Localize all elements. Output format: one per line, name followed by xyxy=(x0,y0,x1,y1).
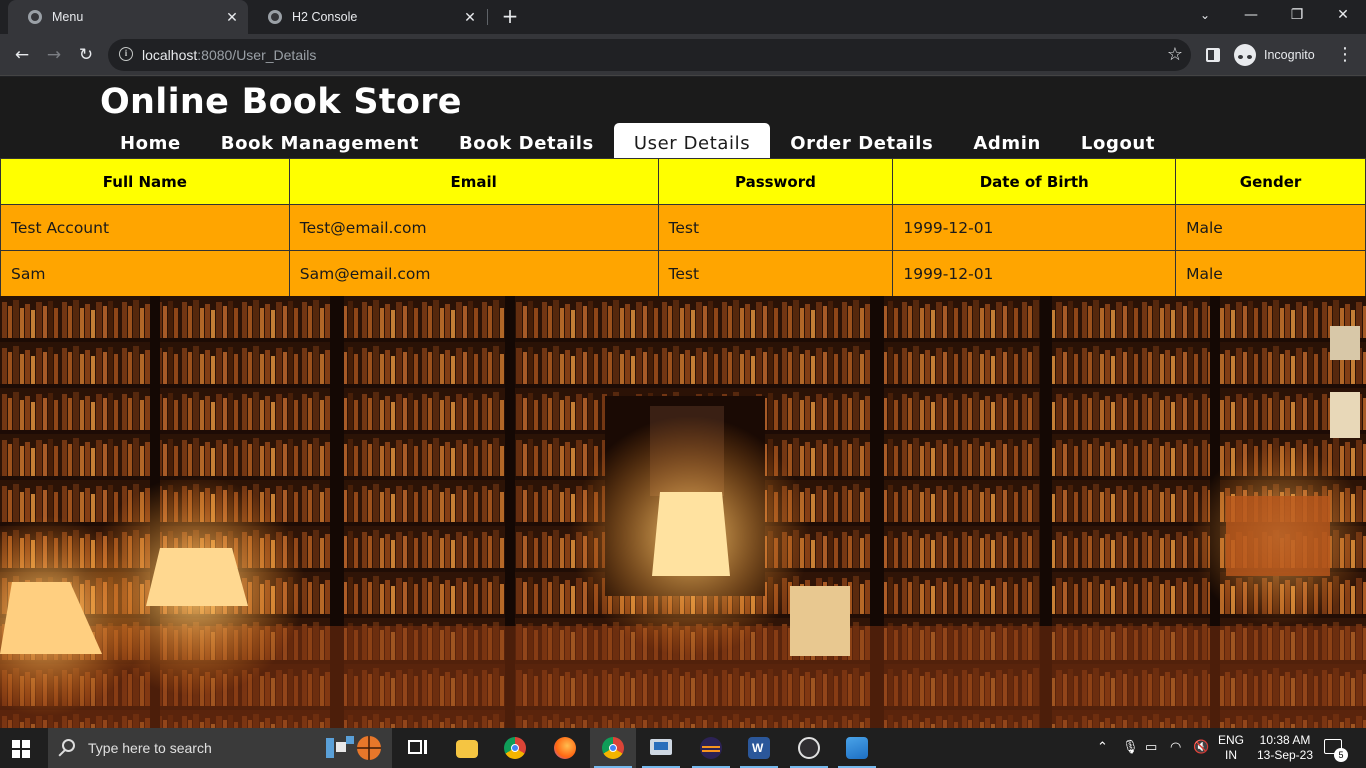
incognito-label: Incognito xyxy=(1264,48,1315,62)
globe-icon xyxy=(28,10,42,24)
clock-time: 10:38 AM xyxy=(1259,733,1311,747)
taskbar-search-box[interactable]: Type here to search xyxy=(48,728,392,768)
minimize-button[interactable]: — xyxy=(1228,0,1274,32)
cell-full-name: Test Account xyxy=(0,204,290,251)
cell-date-of-birth: 1999-12-01 xyxy=(892,204,1177,251)
menu-item-book-details[interactable]: Book Details xyxy=(439,123,614,163)
site-header: Online Book Store Home Book Management B… xyxy=(0,77,1366,163)
microphone-icon[interactable]: 🎙 xyxy=(1122,740,1139,755)
clock-date: 13-Sep-23 xyxy=(1256,748,1314,762)
region-code: IN xyxy=(1225,748,1237,762)
search-icon xyxy=(62,739,75,752)
chrome-incognito-icon[interactable] xyxy=(590,728,636,768)
task-view-icon[interactable] xyxy=(394,728,440,768)
cell-password: Test xyxy=(657,250,894,297)
cell-gender: Male xyxy=(1175,250,1366,297)
browser-toolbar: ← → ↻ i localhost:8080/User_Details ☆ In… xyxy=(0,34,1366,76)
tab-title: H2 Console xyxy=(292,10,358,24)
cell-password: Test xyxy=(657,204,894,251)
notification-count-badge: 5 xyxy=(1334,748,1348,762)
side-panel-icon[interactable] xyxy=(1206,48,1220,62)
search-highlight-icon xyxy=(324,734,384,762)
show-hidden-icons-chevron[interactable]: ⌃ xyxy=(1097,740,1108,755)
windows-start-icon[interactable] xyxy=(12,740,30,758)
taskbar-clock[interactable]: 10:38 AM 13-Sep-23 xyxy=(1252,733,1318,763)
column-header: Full Name xyxy=(0,158,290,205)
close-tab-icon[interactable]: ✕ xyxy=(462,9,478,25)
column-header: Date of Birth xyxy=(892,158,1177,205)
menu-item-logout[interactable]: Logout xyxy=(1061,123,1175,163)
back-button[interactable]: ← xyxy=(9,42,35,68)
new-tab-button[interactable]: + xyxy=(500,6,520,26)
forward-button[interactable]: → xyxy=(41,42,67,68)
cell-gender: Male xyxy=(1175,204,1366,251)
menu-item-book-management[interactable]: Book Management xyxy=(201,123,439,163)
column-header: Gender xyxy=(1175,158,1366,205)
word-icon[interactable]: W xyxy=(736,728,782,768)
speaker-muted-icon[interactable]: 🔇 xyxy=(1193,740,1209,755)
address-bar[interactable]: i localhost:8080/User_Details ☆ xyxy=(108,39,1191,71)
photos-icon[interactable] xyxy=(834,728,880,768)
tab-menu[interactable]: Menu ✕ xyxy=(8,0,248,34)
table-row: Test Account Test@email.com Test 1999-12… xyxy=(0,204,1366,251)
browser-tabstrip: Menu ✕ H2 Console ✕ + ⌄ — ❐ ✕ xyxy=(0,0,1366,34)
user-details-table: Full Name Email Password Date of Birth G… xyxy=(0,158,1366,297)
search-placeholder: Type here to search xyxy=(88,740,212,756)
chrome-icon[interactable] xyxy=(492,728,538,768)
main-menu: Home Book Management Book Details User D… xyxy=(100,123,1175,163)
eclipse-icon[interactable] xyxy=(688,728,734,768)
menu-item-user-details[interactable]: User Details xyxy=(613,123,771,163)
firefox-icon[interactable] xyxy=(542,728,588,768)
table-row: Sam Sam@email.com Test 1999-12-01 Male xyxy=(0,250,1366,297)
close-window-button[interactable]: ✕ xyxy=(1320,0,1366,32)
cell-full-name: Sam xyxy=(0,250,290,297)
tab-title: Menu xyxy=(52,10,84,24)
cell-email: Test@email.com xyxy=(288,204,659,251)
incognito-icon xyxy=(1234,44,1256,66)
bookmark-star-icon[interactable]: ☆ xyxy=(1167,44,1183,65)
remote-desktop-icon[interactable] xyxy=(638,728,684,768)
library-illustration xyxy=(0,296,1366,728)
site-title: Online Book Store xyxy=(100,82,462,122)
incognito-indicator[interactable]: Incognito xyxy=(1234,44,1315,66)
menu-item-admin[interactable]: Admin xyxy=(953,123,1061,163)
address-url: localhost:8080/User_Details xyxy=(142,47,317,63)
cell-date-of-birth: 1999-12-01 xyxy=(892,250,1177,297)
language-code: ENG xyxy=(1218,733,1245,747)
cell-email: Sam@email.com xyxy=(288,250,659,297)
battery-icon[interactable]: ▭ xyxy=(1145,740,1157,755)
globe-icon xyxy=(268,10,282,24)
library-background-image xyxy=(0,296,1366,728)
tab-search-icon[interactable]: ⌄ xyxy=(1182,0,1228,32)
site-info-icon[interactable]: i xyxy=(119,47,133,61)
language-indicator[interactable]: ENG IN xyxy=(1218,733,1244,763)
table-header-row: Full Name Email Password Date of Birth G… xyxy=(0,158,1366,205)
file-explorer-icon[interactable] xyxy=(444,728,490,768)
menu-item-home[interactable]: Home xyxy=(100,123,201,163)
windows-taskbar: Type here to search W ⌃ 🎙 ▭ ◠ 🔇 ENG IN 1… xyxy=(0,728,1366,768)
tab-h2-console[interactable]: H2 Console ✕ xyxy=(248,0,486,34)
menu-item-order-details[interactable]: Order Details xyxy=(770,123,953,163)
restore-button[interactable]: ❐ xyxy=(1274,0,1320,32)
column-header: Password xyxy=(657,158,894,205)
browser-menu-icon[interactable]: ⋮ xyxy=(1336,44,1354,65)
column-header: Email xyxy=(288,158,659,205)
obs-icon[interactable] xyxy=(786,728,832,768)
page-content: Online Book Store Home Book Management B… xyxy=(0,77,1366,728)
tab-divider xyxy=(487,9,488,25)
reload-button[interactable]: ↻ xyxy=(73,42,99,68)
close-tab-icon[interactable]: ✕ xyxy=(224,9,240,25)
wifi-icon[interactable]: ◠ xyxy=(1170,740,1181,755)
